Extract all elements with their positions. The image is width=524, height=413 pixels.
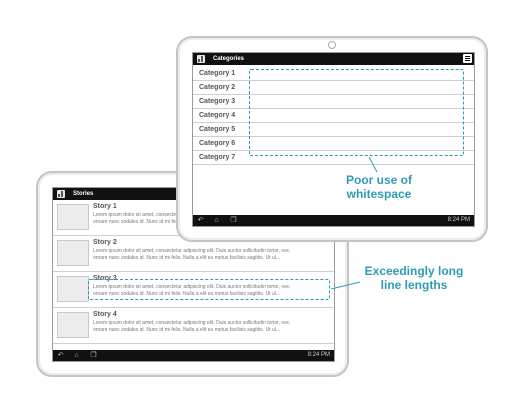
whitespace-connector <box>368 156 378 173</box>
whitespace-annotation: Poor use of whitespace <box>345 173 412 201</box>
callout-connectors <box>330 156 378 290</box>
line-length-annotation: Exceedingly long line lengths <box>364 264 464 292</box>
